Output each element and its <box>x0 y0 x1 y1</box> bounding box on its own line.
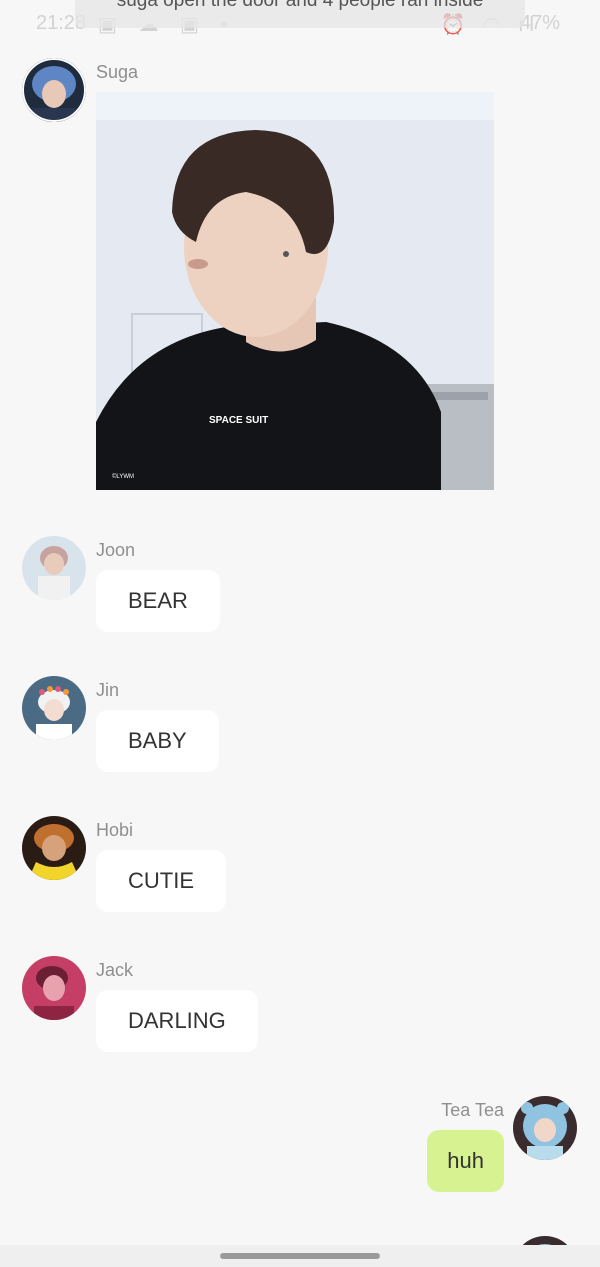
sender-name: Jack <box>96 960 134 980</box>
message-bubble-mine[interactable]: huh <box>427 1130 504 1192</box>
avatar-pink-hair-icon <box>22 536 86 600</box>
avatar-jack[interactable] <box>22 956 86 1020</box>
chat-screen: 21:28 ▣ ☁ ▣ • ⏰ ◠ ıl 47% suga open the d… <box>0 0 600 1267</box>
battery-level: 47% <box>519 12 560 34</box>
sender-name: Suga <box>96 62 139 82</box>
avatar-flower-crown-icon <box>22 676 86 740</box>
avatar-yellow-shirt-icon <box>22 816 86 880</box>
notification-banner[interactable]: suga open the door and 4 people ran insi… <box>75 0 525 28</box>
sender-name: Tea Tea <box>441 1100 504 1120</box>
message-bubble[interactable]: CUTIE <box>96 850 226 912</box>
avatar-red-tint-icon <box>22 956 86 1020</box>
photo-caption: SPACE SUIT <box>209 415 268 426</box>
avatar-joon[interactable] <box>22 536 86 600</box>
message-bubble[interactable]: BABY <box>96 710 219 772</box>
photo-image: SPACE SUIT ©LYWM <box>96 92 494 490</box>
message-bubble[interactable]: BEAR <box>96 570 220 632</box>
sender-name: Hobi <box>96 820 134 840</box>
notification-text: suga open the door and 4 people ran insi… <box>116 0 484 11</box>
avatar-hobi[interactable] <box>22 816 86 880</box>
avatar-jin[interactable] <box>22 676 86 740</box>
avatar-bear-hood-icon <box>513 1096 577 1160</box>
avatar-blue-hair-icon <box>22 58 86 122</box>
avatar-suga[interactable] <box>22 58 86 122</box>
home-gesture-handle[interactable] <box>220 1253 380 1259</box>
avatar-tea-tea[interactable] <box>513 1096 577 1160</box>
message-bubble[interactable]: DARLING <box>96 990 258 1052</box>
sender-name: Jin <box>96 680 120 700</box>
sender-name: Joon <box>96 540 136 560</box>
message-photo[interactable]: SPACE SUIT ©LYWM <box>96 92 494 490</box>
navigation-bar <box>0 1245 600 1267</box>
svg-text:©LYWM: ©LYWM <box>112 473 134 480</box>
